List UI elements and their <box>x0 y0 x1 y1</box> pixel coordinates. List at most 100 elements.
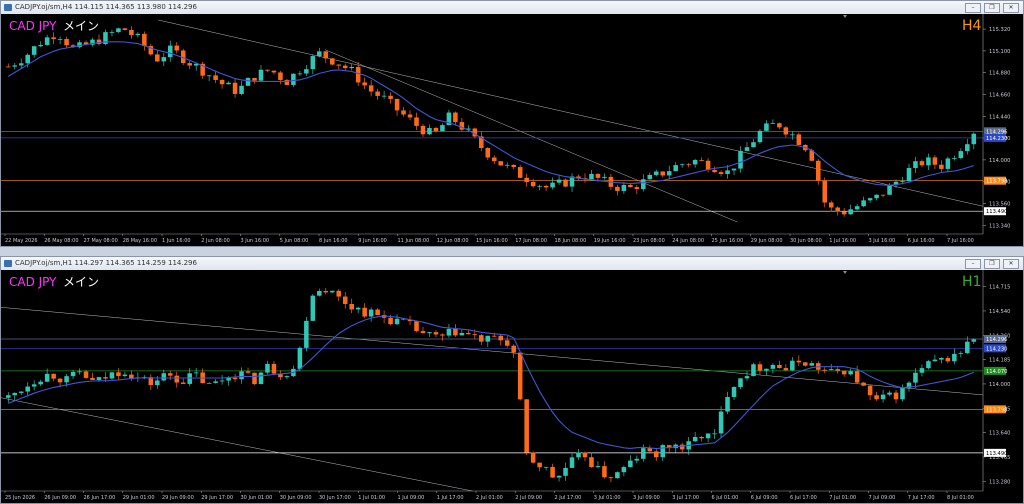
candle-body <box>504 164 510 166</box>
candle-body <box>595 173 601 178</box>
x-tick-label: 3 Jun 16:00 <box>241 238 270 244</box>
x-tick-label: 15 Jun 16:00 <box>476 238 508 244</box>
x-tick-label: 26 Jun 09:00 <box>44 495 76 501</box>
candle-body <box>757 364 763 371</box>
candle-body <box>51 37 56 40</box>
price-label: 113.490 <box>986 451 1007 457</box>
candle-body <box>64 376 69 383</box>
candle-body <box>206 75 212 77</box>
y-tick-label: 113.340 <box>989 223 1010 229</box>
x-tick-label: 7 Jul 01:00 <box>829 495 856 501</box>
candle-body <box>777 364 782 369</box>
minimize-icon[interactable]: – <box>965 3 981 13</box>
candle-body <box>764 123 769 131</box>
candle-body <box>427 332 432 334</box>
candle-body <box>744 376 750 379</box>
candle-body <box>427 127 432 135</box>
candle-body <box>602 466 607 478</box>
y-tick-label: 114.000 <box>989 158 1010 164</box>
x-tick-label: 1 Jul 09:00 <box>398 495 425 501</box>
candle-body <box>615 186 620 191</box>
chart-window-h1[interactable]: CADJPY.oj/sm,H1 114.297 114.365 114.259 … <box>0 256 1024 504</box>
candle-body <box>751 142 756 148</box>
candle-body <box>718 172 724 174</box>
candle-body <box>330 58 335 65</box>
candle-body <box>790 134 795 136</box>
candle-body <box>297 73 303 75</box>
x-tick-label: 30 Jun 01:00 <box>241 495 273 501</box>
candle-body <box>913 161 918 168</box>
candle-body <box>524 399 529 453</box>
candle-body <box>543 185 549 188</box>
window-titlebar[interactable]: CADJPY.oj/sm,H1 114.297 114.365 114.259 … <box>1 257 1023 270</box>
candle-body <box>103 377 108 379</box>
candle-body <box>900 181 905 182</box>
candle-body <box>349 303 354 310</box>
candle-body <box>407 114 413 118</box>
candle-body <box>25 386 30 392</box>
x-tick-label: 3 Jul 09:00 <box>633 495 660 501</box>
x-tick-label: 1 Jul 16:00 <box>829 238 856 244</box>
price-chart-h4[interactable]: 115.320 115.100 114.880 114.660 114.440 114.2… <box>1 14 1023 246</box>
price-label: 113.798 <box>986 179 1007 185</box>
candle-body <box>517 167 523 178</box>
candle-body <box>563 467 568 476</box>
candle-body <box>239 85 244 94</box>
candle-body <box>809 363 815 366</box>
price-chart-h1[interactable]: 114.715114.540114.360114.185114.000113.8… <box>1 270 1023 503</box>
candle-body <box>12 392 18 396</box>
candle-body <box>705 433 711 439</box>
restore-icon[interactable]: ❐ <box>984 259 1000 269</box>
x-tick-label: 25 Jun 2026 <box>5 495 35 501</box>
x-tick-label: 28 May 16:00 <box>123 238 157 244</box>
y-tick-label: 115.320 <box>989 27 1010 33</box>
x-tick-label: 1 Jun 16:00 <box>162 238 191 244</box>
candle-body <box>38 381 43 385</box>
candle-body <box>116 372 121 376</box>
candle-body <box>381 95 387 97</box>
candle-body <box>738 378 743 388</box>
candle-body <box>219 380 225 382</box>
x-tick-label: 11 Jun 08:00 <box>398 238 430 244</box>
candle-body <box>57 378 63 383</box>
window-titlebar[interactable]: CADJPY.oj/sm,H4 114.115 114.365 113.980 … <box>1 1 1023 14</box>
candle-body <box>926 157 931 166</box>
minimize-icon[interactable]: – <box>965 259 981 269</box>
timeframe-label: H1 <box>962 274 981 290</box>
mode-label: メイン <box>63 19 99 33</box>
candle-body <box>654 171 659 175</box>
restore-icon[interactable]: ❐ <box>984 3 1000 13</box>
candle-body <box>965 144 970 152</box>
close-icon[interactable]: ✕ <box>1003 259 1019 269</box>
candle-body <box>517 352 523 400</box>
candle-body <box>453 112 458 123</box>
x-tick-label: 23 Jun 08:00 <box>633 238 665 244</box>
candle-body <box>375 309 380 316</box>
candle-body <box>433 127 439 132</box>
candle-body <box>245 78 251 86</box>
y-tick-label: 114.880 <box>989 71 1010 77</box>
candle-body <box>835 207 840 212</box>
candle-body <box>841 211 847 215</box>
chart-window-h4[interactable]: CADJPY.oj/sm,H4 114.115 114.365 113.980 … <box>0 0 1024 247</box>
candle-body <box>654 451 659 458</box>
candle-body <box>155 380 160 386</box>
candle-body <box>271 70 277 73</box>
candle-body <box>44 37 50 45</box>
candle-body <box>492 335 497 337</box>
x-tick-label: 17 Jun 08:00 <box>515 238 547 244</box>
candle-body <box>900 388 905 400</box>
candle-body <box>265 69 270 71</box>
candle-body <box>777 123 782 128</box>
candle-body <box>394 98 400 111</box>
candle-body <box>686 164 691 166</box>
candle-body <box>679 164 685 166</box>
chart-app-icon <box>4 260 12 267</box>
candle-body <box>109 32 115 33</box>
y-tick-label: 114.000 <box>989 382 1010 388</box>
candle-body <box>634 187 640 190</box>
close-icon[interactable]: ✕ <box>1003 3 1019 13</box>
trendline <box>1 307 984 396</box>
candle-body <box>479 335 484 342</box>
candle-body <box>828 202 834 208</box>
